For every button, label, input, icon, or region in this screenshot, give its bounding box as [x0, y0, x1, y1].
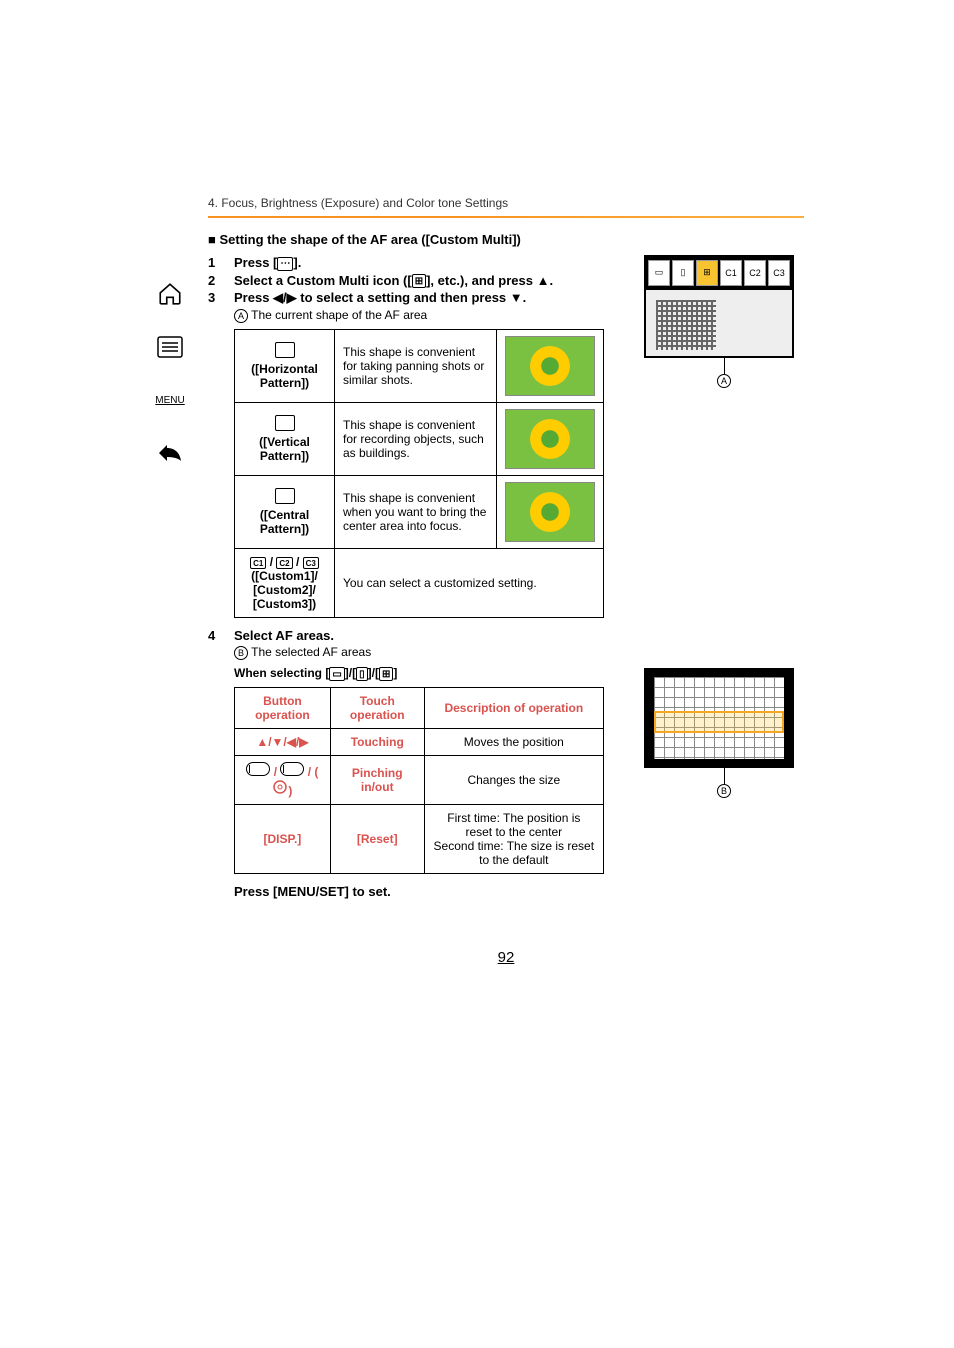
- pattern-horizontal-name: ([Horizontal Pattern]): [235, 329, 335, 402]
- s4wc: ]/[: [368, 666, 379, 680]
- step1-b: ].: [293, 255, 301, 270]
- central-pattern-icon: [275, 488, 295, 504]
- pattern-vertical-name: ([Vertical Pattern]): [235, 402, 335, 475]
- operations-table: Button operation Touch operation Descrip…: [234, 687, 604, 874]
- custom-multi-icon: ⊞: [412, 274, 426, 288]
- p4-name-c: [Custom3]): [253, 597, 316, 611]
- home-icon[interactable]: [156, 280, 184, 308]
- ops-r1-touch: Touching: [330, 729, 424, 756]
- p3-name: ([Central Pattern]): [260, 508, 309, 536]
- horizontal-pattern-icon: [275, 342, 295, 358]
- breadcrumb: 4. Focus, Brightness (Exposure) and Colo…: [208, 196, 804, 210]
- h-pattern-small-icon: ▭: [329, 667, 344, 681]
- control-dial-icon: [272, 779, 288, 795]
- step-num-3: 3: [208, 290, 222, 305]
- ops-h3: Description of operation: [424, 688, 603, 729]
- rear-dial-icon: [280, 762, 304, 776]
- steps: 1 Press [⋯]. 2 Select a Custom Multi ico…: [208, 255, 634, 306]
- toc-icon[interactable]: [156, 333, 184, 361]
- ops-r1-btn: ▲/▼/◀/▶: [235, 729, 331, 756]
- footer-note: Press [MENU/SET] to set.: [234, 884, 634, 899]
- p4-desc: You can select a customized setting.: [335, 548, 604, 618]
- p4-name-b: [Custom2]/: [253, 583, 316, 597]
- step3-b: to select a setting and then press: [297, 290, 510, 305]
- screen-tab-c3: C3: [768, 260, 790, 286]
- p1-desc: This shape is convenient for taking pann…: [335, 329, 497, 402]
- callout-b-icon: B: [234, 646, 248, 660]
- screen-tab-horizontal-icon: ▭: [648, 260, 670, 286]
- s4wb: ]/[: [345, 666, 356, 680]
- step-2-text: Select a Custom Multi icon ([⊞], etc.), …: [234, 273, 634, 289]
- sidebar: MENU: [150, 280, 190, 467]
- ops-r2-touch: Pinching in/out: [330, 756, 424, 805]
- callout-a-label: A: [717, 374, 731, 388]
- step4-main: Select AF areas.: [234, 628, 334, 643]
- p1-thumb: [505, 336, 595, 396]
- s4wa: When selecting [: [234, 666, 329, 680]
- step-num-4: 4: [208, 628, 222, 643]
- step3-c: .: [523, 290, 527, 305]
- ops-r3-btn: [DISP.]: [235, 805, 331, 874]
- menu-label: MENU: [155, 395, 184, 406]
- step1-a: Press [: [234, 255, 277, 270]
- p2-thumb: [505, 409, 595, 469]
- ops-r3-touch: [Reset]: [330, 805, 424, 874]
- callout-a-icon: A: [234, 309, 248, 323]
- af-shape-screen: ▭ ▯ ⊞ C1 C2 C3 A: [644, 255, 804, 388]
- menu-icon[interactable]: MENU: [156, 386, 184, 414]
- front-dial-icon: [246, 762, 270, 776]
- screen-tab-vertical-icon: ▯: [672, 260, 694, 286]
- ops-h1: Button operation: [235, 688, 331, 729]
- step4-sub-text: The selected AF areas: [251, 645, 371, 659]
- af-area-screen: B: [644, 668, 804, 798]
- pattern-central-name: ([Central Pattern]): [235, 475, 335, 548]
- step-num-2: 2: [208, 273, 222, 288]
- step3-sub: A The current shape of the AF area: [234, 308, 634, 323]
- ops-r3-desc: First time: The position is reset to the…: [424, 805, 603, 874]
- ops-h2: Touch operation: [330, 688, 424, 729]
- p4-name-a: ([Custom1]/: [251, 569, 318, 583]
- ops-r1-desc: Moves the position: [424, 729, 603, 756]
- c-pattern-small-icon: ⊞: [379, 667, 393, 681]
- p2-desc: This shape is convenient for recording o…: [335, 402, 497, 475]
- af-mode-icon: ⋯: [277, 257, 293, 271]
- step-1-text: Press [⋯].: [234, 255, 634, 271]
- c3-icon: C3: [303, 557, 319, 569]
- p1-name: ([Horizontal Pattern]): [251, 362, 318, 390]
- step-4-text: Select AF areas.: [234, 628, 634, 643]
- step4-sub: B The selected AF areas: [234, 645, 634, 660]
- step4-when: When selecting [▭]/[▯]/[⊞]: [234, 666, 634, 681]
- p3-thumb: [505, 482, 595, 542]
- v-pattern-small-icon: ▯: [356, 667, 368, 681]
- c2-icon: C2: [276, 557, 292, 569]
- step-num-1: 1: [208, 255, 222, 270]
- ops-r2-btn: / / (): [235, 756, 331, 805]
- ops-r2-desc: Changes the size: [424, 756, 603, 805]
- section-title: Setting the shape of the AF area ([Custo…: [208, 232, 804, 247]
- p3-desc: This shape is convenient when you want t…: [335, 475, 497, 548]
- step2-a: Select a Custom Multi icon ([: [234, 273, 412, 288]
- page-number[interactable]: 92: [208, 949, 804, 966]
- section-divider: [208, 216, 804, 218]
- step-3-text: Press ◀/▶ to select a setting and then p…: [234, 290, 634, 306]
- pattern-table: ([Horizontal Pattern]) This shape is con…: [234, 329, 604, 619]
- c1-icon: C1: [250, 557, 266, 569]
- step3-sub-text: The current shape of the AF area: [251, 308, 427, 322]
- back-icon[interactable]: [156, 439, 184, 467]
- screen-tab-c1: C1: [720, 260, 742, 286]
- step2-b: ], etc.), and press: [426, 273, 537, 288]
- s4wd: ]: [393, 666, 397, 680]
- pattern-custom-name: C1 / C2 / C3 ([Custom1]/ [Custom2]/ [Cus…: [235, 548, 335, 618]
- vertical-pattern-icon: [275, 415, 295, 431]
- p2-name: ([Vertical Pattern]): [259, 435, 310, 463]
- step2-c: .: [550, 273, 554, 288]
- step3-a: Press: [234, 290, 273, 305]
- screen-tab-central-icon: ⊞: [696, 260, 718, 286]
- screen-tab-c2: C2: [744, 260, 766, 286]
- callout-b-label: B: [717, 784, 731, 798]
